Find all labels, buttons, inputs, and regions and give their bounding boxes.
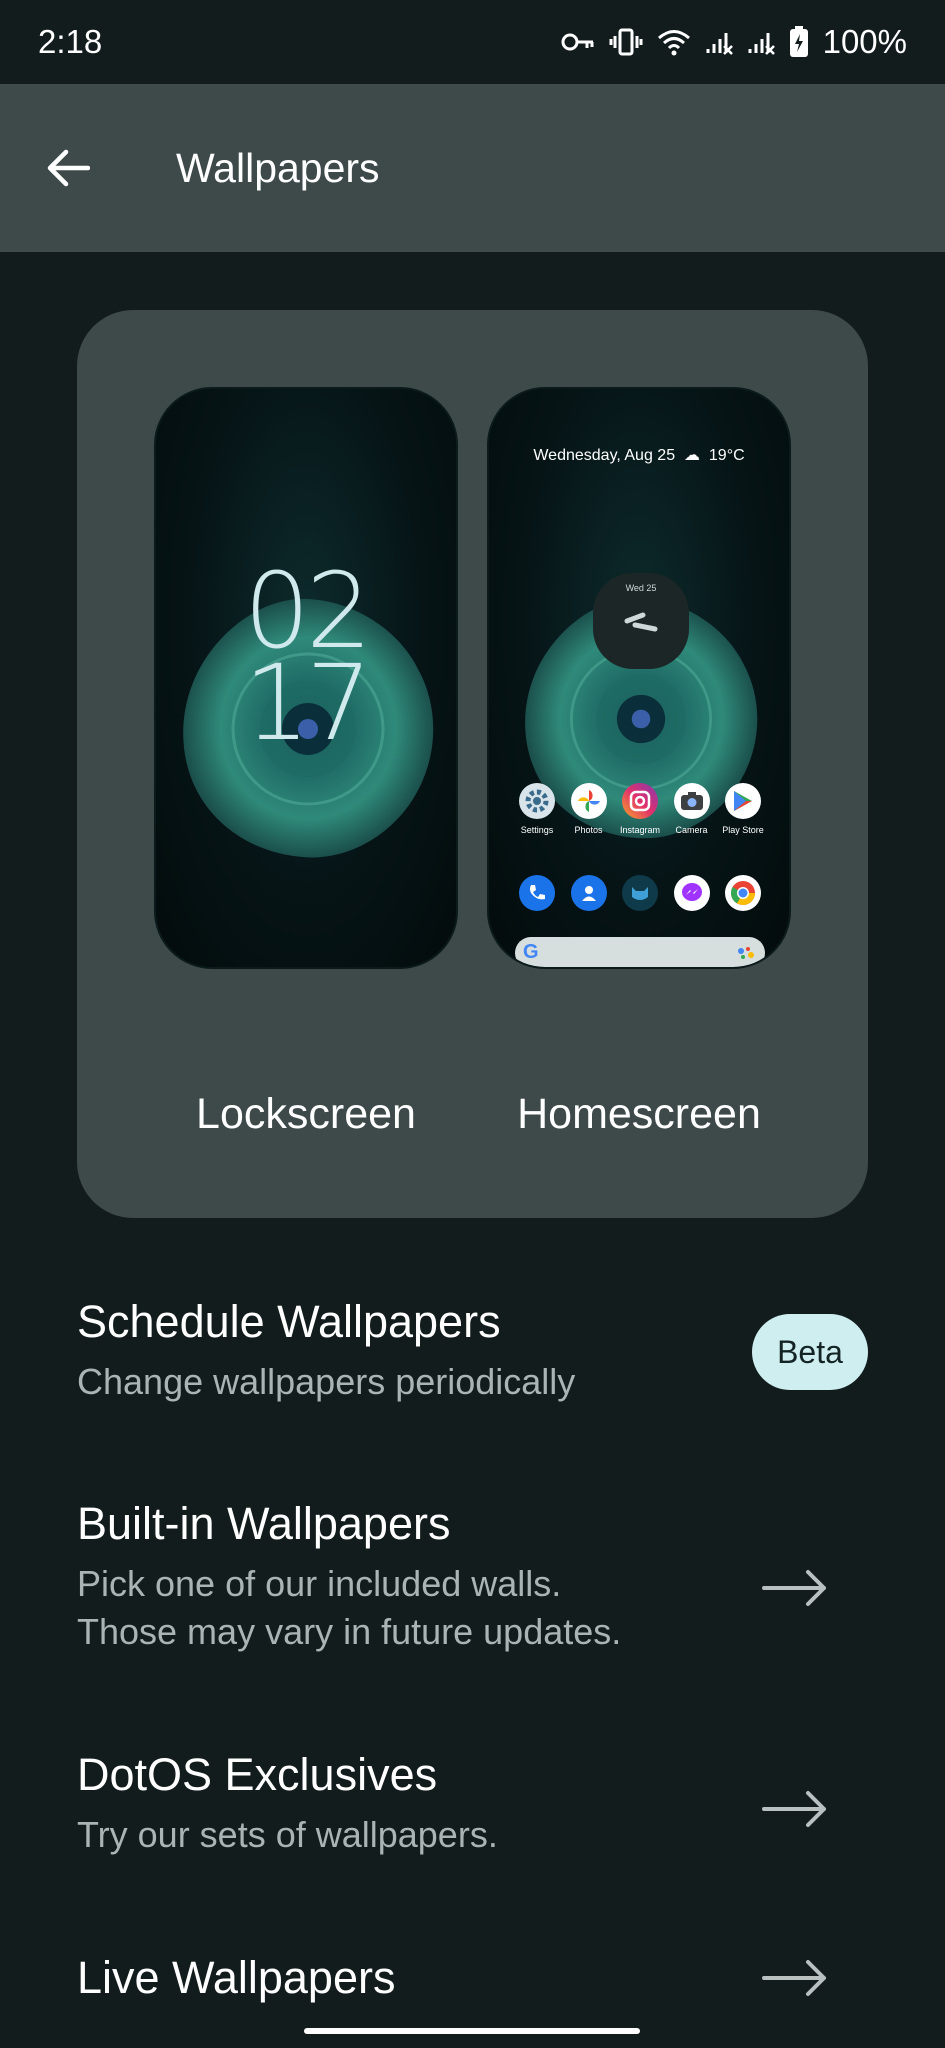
google-search-bar[interactable]: G bbox=[515, 937, 765, 967]
app-camera[interactable]: Camera bbox=[670, 783, 714, 835]
app-row-2 bbox=[515, 875, 765, 911]
app-instagram[interactable]: Instagram bbox=[618, 783, 662, 835]
app-cat[interactable] bbox=[618, 875, 662, 911]
app-photos[interactable]: Photos bbox=[567, 783, 611, 835]
beta-badge: Beta bbox=[752, 1314, 868, 1390]
widget-date: Wed 25 bbox=[625, 583, 657, 593]
homescreen-weather: 19°C bbox=[708, 447, 745, 464]
item-subtitle-line-2: Those may vary in future updates. bbox=[77, 1611, 622, 1652]
contacts-icon bbox=[570, 875, 607, 911]
back-button[interactable] bbox=[36, 136, 100, 200]
item-title: Schedule Wallpapers bbox=[77, 1296, 501, 1347]
homescreen-preview[interactable]: Wednesday, Aug 25 ☁ 19°C Wed 25 Settings bbox=[487, 387, 791, 969]
arrow-right-icon bbox=[762, 1960, 826, 1996]
lockscreen-label: Lockscreen bbox=[196, 1090, 416, 1138]
lockscreen-preview[interactable]: 02 17 bbox=[154, 387, 458, 969]
wifi-icon bbox=[657, 30, 690, 56]
chrome-icon bbox=[725, 875, 761, 911]
cloud-icon: ☁ bbox=[679, 447, 705, 464]
built-in-wallpapers-item[interactable]: Built-in Wallpapers Pick one of our incl… bbox=[77, 1496, 868, 1656]
vibrate-icon bbox=[609, 28, 643, 56]
item-subtitle: Try our sets of wallpapers. bbox=[77, 1814, 498, 1855]
battery-charging-icon bbox=[789, 26, 808, 57]
vpn-key-icon bbox=[561, 33, 594, 51]
app-phone[interactable] bbox=[515, 875, 559, 911]
battery-percent: 100% bbox=[822, 23, 907, 60]
schedule-wallpapers-item[interactable]: Schedule Wallpapers Change wallpapers pe… bbox=[77, 1294, 868, 1406]
arrow-right-icon bbox=[762, 1791, 826, 1827]
homescreen-date: Wednesday, Aug 25 bbox=[533, 447, 676, 464]
photos-icon bbox=[570, 783, 607, 819]
cat-icon bbox=[622, 875, 658, 911]
item-subtitle-line-1: Pick one of our included walls. bbox=[77, 1563, 562, 1604]
clock-widget: Wed 25 bbox=[593, 573, 689, 669]
page-title: Wallpapers bbox=[176, 144, 380, 191]
app-settings[interactable]: Settings bbox=[515, 783, 559, 835]
messenger-icon bbox=[673, 875, 710, 911]
homescreen-date-weather: Wednesday, Aug 25 ☁ 19°C bbox=[489, 445, 789, 465]
item-subtitle: Change wallpapers periodically bbox=[77, 1361, 576, 1402]
clock-hands-icon bbox=[624, 612, 658, 632]
status-time: 2:18 bbox=[38, 23, 103, 60]
signal-icon bbox=[706, 33, 733, 55]
status-bar: 2:18 100% bbox=[0, 0, 945, 84]
app-play-store[interactable]: Play Store bbox=[721, 783, 765, 835]
assistant-icon bbox=[738, 947, 754, 959]
dotos-exclusives-item[interactable]: DotOS Exclusives Try our sets of wallpap… bbox=[77, 1747, 868, 1859]
app-contacts[interactable] bbox=[567, 875, 611, 911]
lockscreen-clock-minute: 17 bbox=[243, 642, 372, 764]
item-title: Live Wallpapers bbox=[77, 1952, 396, 2003]
item-title: DotOS Exclusives bbox=[77, 1749, 438, 1800]
settings-icon bbox=[519, 783, 555, 819]
app-chrome[interactable] bbox=[721, 875, 765, 911]
status-icons: 100% bbox=[561, 23, 907, 61]
signal-icon-2 bbox=[748, 33, 775, 55]
item-title: Built-in Wallpapers bbox=[77, 1498, 451, 1549]
live-wallpapers-item[interactable]: Live Wallpapers bbox=[77, 1950, 868, 2006]
phone-icon bbox=[519, 875, 555, 911]
arrow-right-icon bbox=[762, 1570, 826, 1606]
homescreen-label: Homescreen bbox=[517, 1090, 761, 1138]
app-row-1: Settings Photos Instagram Camera Play St… bbox=[515, 783, 765, 835]
google-icon: G bbox=[523, 941, 539, 963]
arrow-left-icon bbox=[47, 149, 90, 187]
wallpaper-preview-card: 02 17 Wednesday, Aug 25 ☁ 19°C Wed 25 Se… bbox=[77, 310, 868, 1218]
play-store-icon bbox=[725, 783, 761, 819]
camera-icon bbox=[673, 783, 710, 819]
instagram-icon bbox=[622, 783, 658, 819]
app-messenger[interactable] bbox=[670, 875, 714, 911]
gesture-nav-handle[interactable] bbox=[304, 2028, 640, 2034]
app-bar: Wallpapers bbox=[0, 84, 945, 252]
